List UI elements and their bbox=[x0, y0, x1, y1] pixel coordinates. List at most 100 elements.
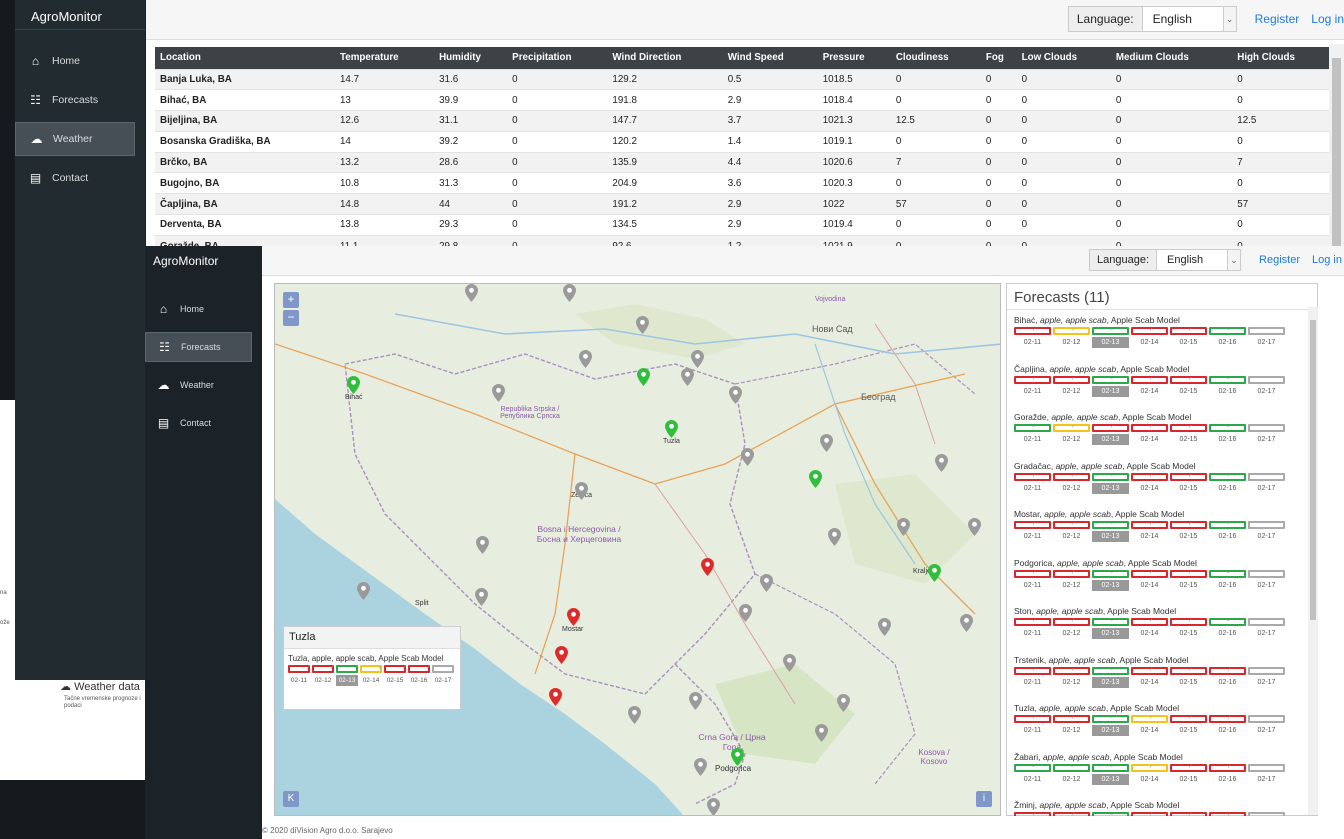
forecast-date[interactable]: 02-11 bbox=[1014, 386, 1051, 397]
forecast-date[interactable]: 02-15 bbox=[1170, 628, 1207, 639]
forecast-date[interactable]: 02-12 bbox=[1053, 434, 1090, 445]
forecast-date[interactable]: 02-17 bbox=[1248, 677, 1285, 688]
forecast-date[interactable]: 02-11 bbox=[1014, 337, 1051, 348]
forecast-date[interactable]: 02-14 bbox=[1131, 531, 1168, 542]
forecast-map[interactable]: Нови Сад Београд Bosna i Hercegovina / Б… bbox=[274, 283, 1001, 816]
forecast-date[interactable]: 02-11 bbox=[1014, 774, 1051, 785]
chevron-down-icon[interactable]: ⌄ bbox=[1222, 6, 1237, 32]
grey-map-marker-icon[interactable] bbox=[357, 582, 370, 600]
grey-map-marker-icon[interactable] bbox=[729, 386, 742, 404]
forecast-date[interactable]: 02-13 bbox=[1092, 725, 1129, 736]
forecast-date[interactable]: 02-13 bbox=[1092, 628, 1129, 639]
grey-map-marker-icon[interactable] bbox=[820, 434, 833, 452]
forecast-date[interactable]: 02-11 bbox=[1014, 531, 1051, 542]
red-map-marker-icon[interactable] bbox=[567, 608, 580, 626]
forecast-date[interactable]: 02-14 bbox=[1131, 483, 1168, 494]
grey-map-marker-icon[interactable] bbox=[492, 384, 505, 402]
nav-weather[interactable]: ☁ Weather bbox=[15, 122, 135, 156]
green-map-marker-icon[interactable] bbox=[665, 420, 678, 438]
grey-map-marker-icon[interactable] bbox=[741, 448, 754, 466]
forecast-date[interactable]: 02-16 bbox=[1209, 628, 1246, 639]
grey-map-marker-icon[interactable] bbox=[968, 518, 981, 536]
forecast-date[interactable]: 02-16 bbox=[1209, 434, 1246, 445]
grey-map-marker-icon[interactable] bbox=[878, 618, 891, 636]
grey-map-marker-icon[interactable] bbox=[563, 284, 576, 302]
forecast-date[interactable]: 02-11 bbox=[1014, 628, 1051, 639]
green-map-marker-icon[interactable] bbox=[928, 564, 941, 582]
grey-map-marker-icon[interactable] bbox=[707, 798, 720, 816]
forecast-date[interactable]: 02-17 bbox=[432, 675, 454, 686]
table-header[interactable]: Fog bbox=[980, 47, 1017, 69]
forecast-date[interactable]: 02-17 bbox=[1248, 531, 1285, 542]
table-header[interactable]: Precipitation bbox=[507, 47, 608, 69]
forecast-date[interactable]: 02-17 bbox=[1248, 580, 1285, 591]
language-select[interactable]: English bbox=[1156, 249, 1229, 271]
forecast-date[interactable]: 02-13 bbox=[1092, 676, 1129, 688]
forecast-date[interactable]: 02-12 bbox=[1053, 677, 1090, 688]
forecast-date[interactable]: 02-15 bbox=[1170, 434, 1207, 445]
table-header[interactable]: Wind Speed bbox=[722, 47, 818, 69]
red-map-marker-icon[interactable] bbox=[555, 646, 568, 664]
forecast-date[interactable]: 02-15 bbox=[1170, 725, 1207, 736]
grey-map-marker-icon[interactable] bbox=[579, 350, 592, 368]
green-map-marker-icon[interactable] bbox=[347, 376, 360, 394]
forecast-date[interactable]: 02-15 bbox=[1170, 677, 1207, 688]
forecast-date[interactable]: 02-14 bbox=[1131, 677, 1168, 688]
forecast-date[interactable]: 02-11 bbox=[1014, 580, 1051, 591]
forecast-date[interactable]: 02-17 bbox=[1248, 774, 1285, 785]
forecast-item[interactable]: Bihać, apple, apple scab, Apple Scab Mod… bbox=[1007, 311, 1307, 360]
forecast-date[interactable]: 02-15 bbox=[1170, 774, 1207, 785]
forecast-date[interactable]: 02-12 bbox=[312, 675, 334, 686]
table-header[interactable]: Cloudiness bbox=[890, 47, 981, 69]
forecast-date[interactable]: 02-12 bbox=[1053, 531, 1090, 542]
forecast-date[interactable]: 02-14 bbox=[1131, 580, 1168, 591]
forecast-date[interactable]: 02-15 bbox=[1170, 386, 1207, 397]
forecast-date[interactable]: 02-15 bbox=[384, 675, 406, 686]
front-nav-forecasts[interactable]: ☷ Forecasts bbox=[145, 332, 252, 362]
forecast-date[interactable]: 02-13 bbox=[1092, 434, 1129, 445]
map-key-button[interactable]: K bbox=[283, 791, 299, 807]
forecast-date[interactable]: 02-14 bbox=[1131, 628, 1168, 639]
grey-map-marker-icon[interactable] bbox=[815, 724, 828, 742]
forecast-date[interactable]: 02-13 bbox=[336, 675, 358, 686]
grey-map-marker-icon[interactable] bbox=[760, 574, 773, 592]
front-nav-weather[interactable]: ☁ Weather bbox=[145, 370, 262, 400]
forecast-item[interactable]: Žminj, apple, apple scab, Apple Scab Mod… bbox=[1007, 796, 1307, 816]
forecast-date[interactable]: 02-13 bbox=[1092, 773, 1129, 785]
scrollbar-thumb[interactable] bbox=[1310, 320, 1316, 620]
forecast-date[interactable]: 02-15 bbox=[1170, 337, 1207, 348]
grey-map-marker-icon[interactable] bbox=[837, 694, 850, 712]
table-header[interactable]: Low Clouds bbox=[1016, 47, 1111, 69]
forecast-date[interactable]: 02-17 bbox=[1248, 434, 1285, 445]
table-header[interactable]: Wind Direction bbox=[607, 47, 723, 69]
forecast-date[interactable]: 02-17 bbox=[1248, 337, 1285, 348]
front-brand-logo[interactable]: AgroMonitor bbox=[145, 246, 262, 276]
forecast-date[interactable]: 02-16 bbox=[1209, 774, 1246, 785]
forecast-date[interactable]: 02-11 bbox=[288, 675, 310, 686]
forecast-date[interactable]: 02-17 bbox=[1248, 483, 1285, 494]
forecast-date[interactable]: 02-15 bbox=[1170, 531, 1207, 542]
table-header[interactable]: Location bbox=[155, 47, 335, 69]
grey-map-marker-icon[interactable] bbox=[636, 316, 649, 334]
grey-map-marker-icon[interactable] bbox=[681, 368, 694, 386]
grey-map-marker-icon[interactable] bbox=[628, 706, 641, 724]
forecast-item[interactable]: Ston, apple, apple scab, Apple Scab Mode… bbox=[1007, 602, 1307, 651]
forecast-date[interactable]: 02-16 bbox=[1209, 531, 1246, 542]
table-header[interactable]: Temperature bbox=[334, 47, 435, 69]
front-nav-home[interactable]: ⌂ Home bbox=[145, 294, 262, 324]
forecast-date[interactable]: 02-15 bbox=[1170, 483, 1207, 494]
forecast-date[interactable]: 02-14 bbox=[1131, 337, 1168, 348]
forecast-date[interactable]: 02-16 bbox=[1209, 386, 1246, 397]
nav-home[interactable]: ⌂ Home bbox=[15, 44, 145, 78]
table-header[interactable]: Pressure bbox=[817, 47, 891, 69]
forecast-item[interactable]: Čapljina, apple, apple scab, Apple Scab … bbox=[1007, 360, 1307, 409]
grey-map-marker-icon[interactable] bbox=[475, 588, 488, 606]
register-link[interactable]: Register bbox=[1255, 12, 1300, 26]
forecast-date[interactable]: 02-14 bbox=[360, 675, 382, 686]
grey-map-marker-icon[interactable] bbox=[739, 604, 752, 622]
forecast-date[interactable]: 02-12 bbox=[1053, 580, 1090, 591]
nav-contact[interactable]: ▤ Contact bbox=[15, 161, 145, 195]
grey-map-marker-icon[interactable] bbox=[828, 528, 841, 546]
green-map-marker-icon[interactable] bbox=[731, 748, 744, 766]
forecast-item[interactable]: Mostar, apple, apple scab, Apple Scab Mo… bbox=[1007, 505, 1307, 554]
